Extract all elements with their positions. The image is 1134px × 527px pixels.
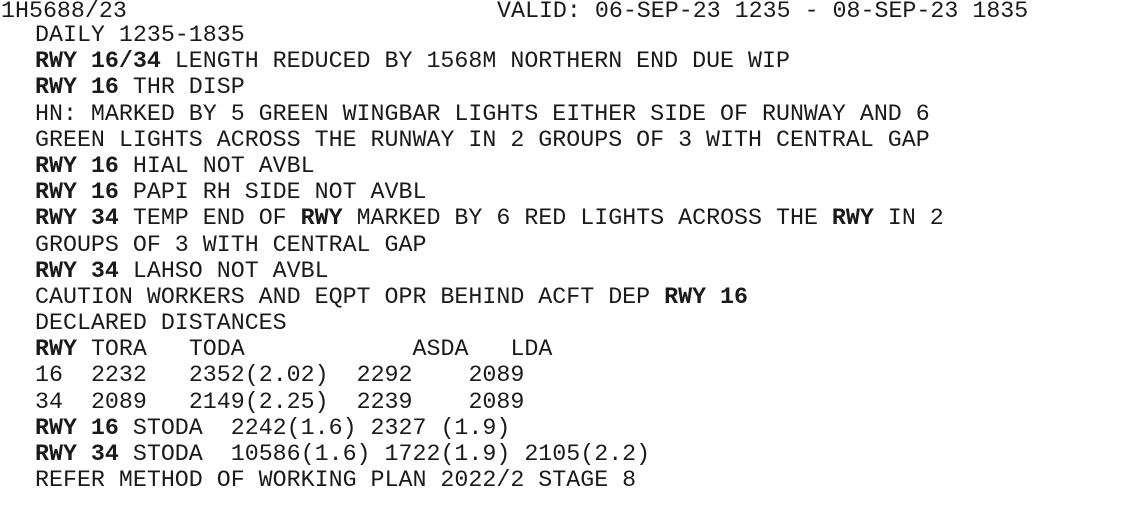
cell-rwy: 34 [35, 388, 63, 415]
notam-body: DAILY 1235-1835 RWY 16/34 LENGTH REDUCED… [35, 22, 944, 493]
col-header-tora-label: TORA [90, 336, 147, 363]
notam-line: RWY 16 HIAL NOT AVBL [35, 153, 944, 179]
line-text: STODA 10586(1.6) 1722(1.9) 2105(2.2) [118, 441, 651, 467]
runway-ref: RWY [300, 205, 343, 232]
line-text: CAUTION WORKERS AND EQPT OPR BEHIND ACFT… [35, 283, 665, 310]
cell-toda: 2352(2.02) [188, 362, 329, 389]
runway-ref: RWY 16/34 [35, 48, 161, 75]
notam-id: 1H5688/23 [1, 0, 127, 24]
runway-ref: RWY 16 [35, 179, 119, 206]
declared-distances-row: 34 2089 2149(2.25) 2239 2089 [35, 389, 944, 415]
line-text: LENGTH REDUCED BY 1568M NORTHERN END DUE… [160, 48, 790, 75]
notam-line: RWY 16 PAPI RH SIDE NOT AVBL [35, 179, 944, 205]
cell-rwy: 16 [35, 362, 63, 389]
runway-ref: RWY [831, 205, 874, 232]
declared-distances-row: 16 2232 2352(2.02) 2292 2089 [35, 362, 944, 388]
cell-lda: 2089 [468, 388, 525, 415]
runway-ref: RWY 34 [35, 257, 119, 284]
stoda-line: RWY 34 STODA 10586(1.6) 1722(1.9) 2105(2… [35, 441, 944, 467]
runway-ref: RWY 16 [35, 414, 119, 441]
notam-line: RWY 34 LAHSO NOT AVBL [35, 258, 944, 284]
notam-line: RWY 16 THR DISP [35, 74, 944, 100]
line-text: HN: MARKED BY 5 GREEN WINGBAR LIGHTS EIT… [35, 100, 930, 127]
runway-ref: RWY 34 [35, 205, 119, 232]
line-text: IN 2 [873, 205, 944, 232]
cell-asda: 2292 [356, 362, 413, 389]
notam-line: RWY 34 TEMP END OF RWY MARKED BY 6 RED L… [35, 205, 944, 231]
line-text: LAHSO NOT AVBL [118, 257, 329, 284]
col-header-lda: LDA [510, 336, 553, 363]
col-header-tora [77, 336, 91, 362]
schedule-line: DAILY 1235-1835 [35, 22, 245, 48]
footer-reference: REFER METHOD OF WORKING PLAN 2022/2 STAG… [35, 467, 637, 494]
line-text: GROUPS OF 3 WITH CENTRAL GAP [35, 231, 427, 258]
line-text: PAPI RH SIDE NOT AVBL [118, 179, 427, 206]
notam-line: RWY 16/34 LENGTH REDUCED BY 1568M NORTHE… [35, 48, 944, 74]
cell-tora: 2089 [90, 388, 147, 415]
notam-document: 1H5688/23 VALID: 06-SEP-23 1235 - 08-SEP… [0, 0, 1134, 493]
notam-line: GROUPS OF 3 WITH CENTRAL GAP [35, 232, 944, 258]
line-text: GREEN LIGHTS ACROSS THE RUNWAY IN 2 GROU… [35, 126, 930, 153]
col-header-toda: TODA [188, 336, 245, 363]
line-text: TEMP END OF [118, 205, 301, 232]
runway-ref: RWY 16 [35, 152, 119, 179]
line-text: HIAL NOT AVBL [118, 152, 315, 179]
runway-ref: RWY 34 [35, 441, 119, 467]
notam-line: CAUTION WORKERS AND EQPT OPR BEHIND ACFT… [35, 284, 944, 310]
col-header-rwy: RWY [35, 336, 77, 363]
cell-lda: 2089 [468, 362, 525, 389]
runway-ref: RWY 16 [664, 283, 749, 310]
cell-toda: 2149(2.25) [188, 388, 329, 415]
declared-distances-header-row: RWY TORA TODA ASDA LDA [35, 336, 944, 362]
col-header-asda: ASDA [412, 336, 469, 363]
runway-ref: RWY 16 [35, 74, 119, 101]
notam-line: GREEN LIGHTS ACROSS THE RUNWAY IN 2 GROU… [35, 127, 944, 153]
stoda-line: RWY 16 STODA 2242(1.6) 2327 (1.9) [35, 415, 944, 441]
line-text: THR DISP [118, 74, 245, 101]
validity-period: VALID: 06-SEP-23 1235 - 08-SEP-23 1835 [497, 0, 1029, 24]
cell-asda: 2239 [356, 388, 413, 415]
line-text: STODA 2242(1.6) 2327 (1.9) [118, 414, 511, 441]
cell-tora: 2232 [90, 362, 147, 389]
declared-distances-title: DECLARED DISTANCES [35, 310, 287, 337]
line-text: MARKED BY 6 RED LIGHTS ACROSS THE [342, 205, 832, 232]
notam-line: HN: MARKED BY 5 GREEN WINGBAR LIGHTS EIT… [35, 101, 944, 127]
